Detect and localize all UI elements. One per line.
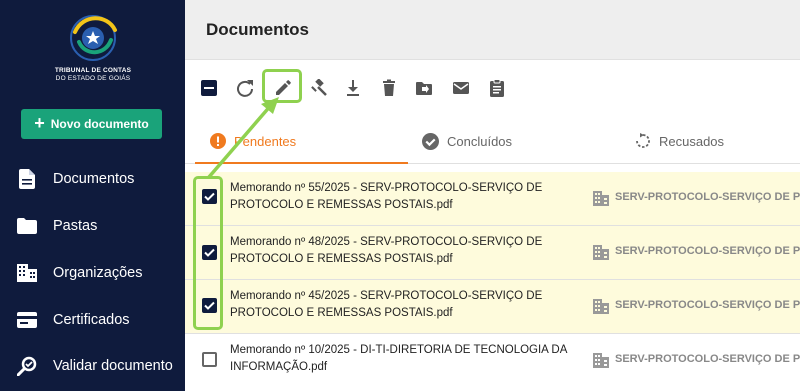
clipboard-button[interactable] <box>485 76 509 100</box>
refresh-button[interactable] <box>233 76 257 100</box>
sidebar-item-label: Pastas <box>53 218 98 234</box>
document-name-line1: Memorando nº 48/2025 - SERV-PROTOCOLO-SE… <box>230 236 543 248</box>
logo-emblem <box>70 15 117 61</box>
document-name-line2: PROTOCOLO E REMESSAS POSTAIS.pdf <box>230 253 453 265</box>
row-checkbox[interactable] <box>202 352 217 367</box>
delete-button[interactable] <box>377 76 401 100</box>
sidebar-item-label: Validar documento <box>53 358 173 374</box>
organization-icon <box>16 262 38 284</box>
trash-icon <box>383 79 395 96</box>
sidebar: TRIBUNAL DE CONTAS DO ESTADO DE GOIÁS + … <box>0 0 185 391</box>
sidebar-item-pastas[interactable]: Pastas <box>0 208 185 244</box>
download-icon <box>347 80 359 96</box>
document-name[interactable]: Memorando nº 48/2025 - SERV-PROTOCOLO-SE… <box>230 234 570 268</box>
status-tabs: Pendentes Concluídos Recusados <box>185 118 800 164</box>
tce-go-logo[interactable]: TRIBUNAL DE CONTAS DO ESTADO DE GOIÁS <box>47 8 139 86</box>
page-title: Documentos <box>206 20 309 39</box>
document-name-line1: Memorando nº 10/2025 - DI-TI-DIRETORIA D… <box>230 344 568 356</box>
tab-label: Pendentes <box>234 133 297 149</box>
folder-icon <box>16 215 38 237</box>
download-button[interactable] <box>341 76 365 100</box>
tab-concluidos[interactable]: Concluídos <box>422 118 512 164</box>
checkbox-column-highlight <box>193 176 223 330</box>
deselect-all-button[interactable] <box>197 76 221 100</box>
search-icon <box>16 355 38 377</box>
document-name[interactable]: Memorando nº 10/2025 - DI-TI-DIRETORIA D… <box>230 342 570 376</box>
check-circle-icon <box>422 132 439 150</box>
sidebar-item-label: Certificados <box>53 312 130 328</box>
sign-button[interactable] <box>307 76 331 100</box>
document-name-line2: PROTOCOLO E REMESSAS POSTAIS.pdf <box>230 199 453 211</box>
sidebar-item-label: Documentos <box>53 171 135 187</box>
new-document-label: Novo documento <box>50 117 149 131</box>
document-name-line1: Memorando nº 45/2025 - SERV-PROTOCOLO-SE… <box>230 290 543 302</box>
document-name[interactable]: Memorando nº 45/2025 - SERV-PROTOCOLO-SE… <box>230 288 570 322</box>
organization-icon <box>593 245 609 260</box>
refresh-icon <box>237 80 253 97</box>
logo-text-line2: DO ESTADO DE GOIÁS <box>55 75 131 82</box>
table-row[interactable]: Memorando nº 48/2025 - SERV-PROTOCOLO-SE… <box>185 226 800 280</box>
table-row[interactable]: Memorando nº 10/2025 - DI-TI-DIRETORIA D… <box>185 334 800 391</box>
document-name-line2: INFORMAÇÃO.pdf <box>230 361 328 373</box>
plus-icon: + <box>34 113 45 133</box>
gavel-icon <box>311 79 327 96</box>
tab-label: Recusados <box>659 133 725 149</box>
sidebar-item-label: Organizações <box>53 265 143 281</box>
new-document-button[interactable]: + Novo documento <box>21 109 162 139</box>
tab-recusados[interactable]: Recusados <box>635 118 724 164</box>
document-icon <box>16 168 38 190</box>
undo-circle-icon <box>636 133 650 148</box>
table-row[interactable]: Memorando nº 55/2025 - SERV-PROTOCOLO-SE… <box>185 172 800 226</box>
email-button[interactable] <box>449 76 473 100</box>
organization-name: SERV-PROTOCOLO-SERVIÇO DE PR <box>615 299 800 311</box>
page-header: Documentos <box>185 0 800 60</box>
logo-text-line1: TRIBUNAL DE CONTAS <box>54 67 132 74</box>
alert-icon <box>210 133 226 149</box>
organization-icon <box>593 299 609 314</box>
active-tab-indicator <box>195 162 408 164</box>
sidebar-item-certificados[interactable]: Certificados <box>0 302 185 338</box>
organization-name: SERV-PROTOCOLO-SERVIÇO DE PR <box>615 245 800 257</box>
document-name-line1: Memorando nº 55/2025 - SERV-PROTOCOLO-SE… <box>230 182 543 194</box>
sidebar-item-organizacoes[interactable]: Organizações <box>0 255 185 291</box>
sidebar-item-validar-documento[interactable]: Validar documento <box>0 348 185 384</box>
document-name-line2: PROTOCOLO E REMESSAS POSTAIS.pdf <box>230 307 453 319</box>
tab-pendentes[interactable]: Pendentes <box>210 118 296 164</box>
folder-move-icon <box>416 82 432 95</box>
card-icon <box>16 309 38 331</box>
organization-name: SERV-PROTOCOLO-SERVIÇO DE PR <box>615 353 800 365</box>
sidebar-item-documentos[interactable]: Documentos <box>0 161 185 197</box>
move-to-folder-button[interactable] <box>412 76 436 100</box>
organization-icon <box>593 353 609 368</box>
organization-name: SERV-PROTOCOLO-SERVIÇO DE PR <box>615 191 800 203</box>
clipboard-icon <box>490 79 504 97</box>
organization-icon <box>593 191 609 206</box>
table-row[interactable]: Memorando nº 45/2025 - SERV-PROTOCOLO-SE… <box>185 280 800 334</box>
deselect-checkbox-icon <box>201 80 217 96</box>
tab-label: Concluídos <box>447 133 513 149</box>
edit-button-highlight <box>262 69 302 103</box>
document-name[interactable]: Memorando nº 55/2025 - SERV-PROTOCOLO-SE… <box>230 180 570 214</box>
mail-icon <box>453 82 469 94</box>
